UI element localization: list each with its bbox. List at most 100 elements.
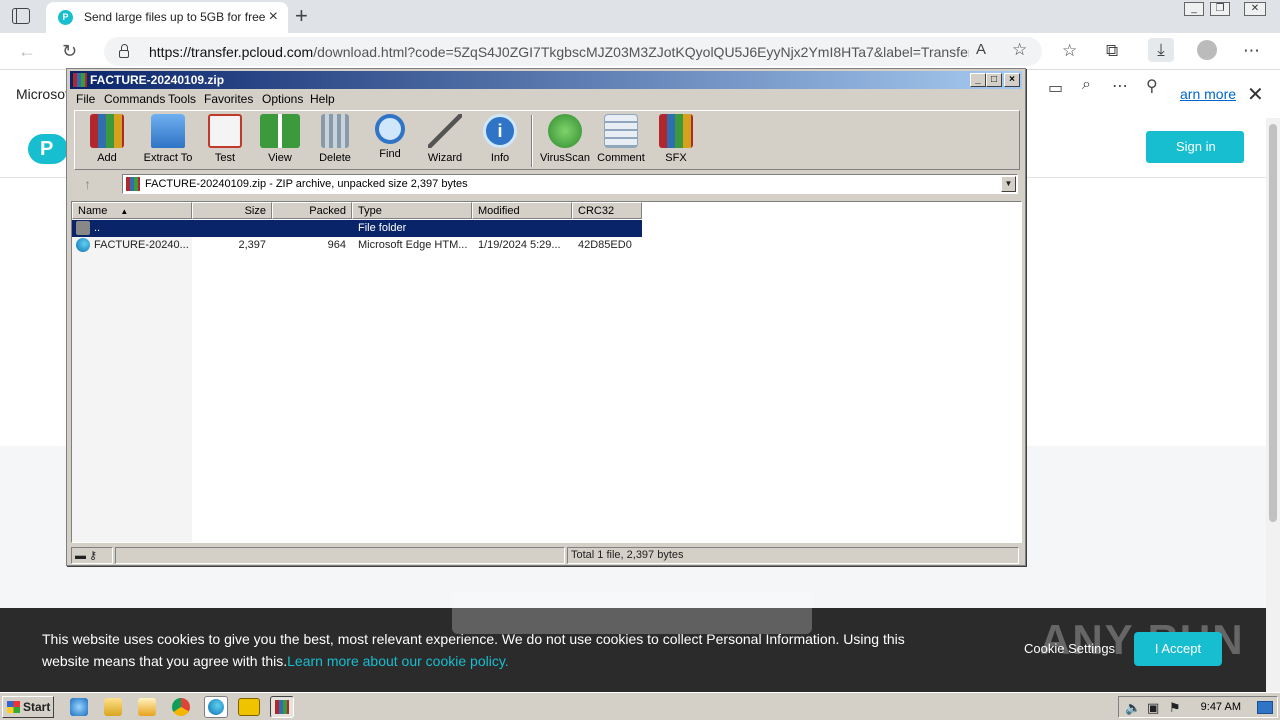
virusscan-button[interactable]: VirusScan <box>537 114 593 164</box>
show-desktop-icon[interactable] <box>1257 701 1273 714</box>
add-icon <box>90 114 124 148</box>
path-combobox[interactable]: FACTURE-20240109.zip - ZIP archive, unpa… <box>122 174 1018 194</box>
add-favorite-icon[interactable]: ☆ <box>1012 40 1027 60</box>
col-type[interactable]: Type <box>352 202 472 219</box>
edge-icon <box>208 699 224 715</box>
scroll-thumb[interactable] <box>1269 124 1277 522</box>
winrar-task-button[interactable] <box>270 696 294 718</box>
virusscan-bug-icon <box>548 114 582 148</box>
view-book-icon <box>260 114 300 148</box>
file-list[interactable]: Name ▲ Size Packed Type Modified CRC32 .… <box>71 201 1022 543</box>
find-button[interactable]: Find <box>362 114 418 160</box>
sign-in-button[interactable]: Sign in <box>1146 131 1244 163</box>
menu-favorites[interactable]: Favorites <box>204 92 253 106</box>
menu-commands[interactable]: Commands <box>104 92 165 106</box>
wizard-button[interactable]: Wizard <box>417 114 473 164</box>
read-aloud-icon[interactable]: A <box>976 41 986 58</box>
winrar-minimize-icon[interactable]: _ <box>970 73 986 87</box>
delete-trash-icon <box>321 114 349 148</box>
open-folder-icon[interactable]: ▭ <box>1048 78 1063 98</box>
refresh-icon[interactable]: ↻ <box>62 41 77 62</box>
chrome-icon[interactable] <box>172 698 190 716</box>
clock[interactable]: 9:47 AM <box>1201 701 1241 713</box>
window-close-icon[interactable]: ✕ <box>1244 2 1266 16</box>
more-menu-icon[interactable]: ⋯ <box>1243 41 1260 61</box>
delete-button[interactable]: Delete <box>307 114 363 164</box>
drive-key-icon[interactable]: ▬ ⚷ <box>71 547 113 564</box>
info-button[interactable]: i Info <box>472 114 528 164</box>
col-crc32[interactable]: CRC32 <box>572 202 642 219</box>
status-total: Total 1 file, 2,397 bytes <box>567 547 1019 564</box>
table-row[interactable]: .. File folder <box>72 220 642 237</box>
col-name[interactable]: Name ▲ <box>72 202 192 219</box>
cookie-settings-button[interactable]: Cookie Settings <box>1024 641 1115 656</box>
volume-icon[interactable]: 🔈 <box>1125 700 1141 716</box>
winrar-app-icon <box>73 73 87 87</box>
sort-arrow-icon: ▲ <box>120 207 129 216</box>
menu-file[interactable]: File <box>76 92 95 106</box>
edge-task-button[interactable] <box>204 696 228 718</box>
extract-to-button[interactable]: Extract To <box>137 114 199 164</box>
winrar-title: FACTURE-20240109.zip <box>90 73 225 87</box>
tab-title: Send large files up to 5GB for free <box>84 10 266 24</box>
tab-close-icon[interactable]: × <box>269 8 278 26</box>
cookie-message: This website uses cookies to give you th… <box>42 628 922 672</box>
wizard-wand-icon <box>428 114 462 148</box>
restore-icon[interactable]: ❐ <box>1210 2 1230 16</box>
pin-icon[interactable]: ⚲ <box>1146 76 1158 96</box>
col-modified[interactable]: Modified <box>472 202 572 219</box>
taskbar: Start 🔈 ▣ ⚑ 9:47 AM <box>0 692 1280 720</box>
page-scrollbar[interactable] <box>1266 118 1280 692</box>
browser-tab[interactable]: P Send large files up to 5GB for free × <box>46 2 288 33</box>
view-button[interactable]: View <box>252 114 308 164</box>
lock-icon[interactable] <box>119 44 129 58</box>
search-downloads-icon[interactable]: ⌕ <box>1082 76 1091 94</box>
winrar-pathbar: ↑ FACTURE-20240109.zip - ZIP archive, un… <box>74 173 1020 195</box>
flag-icon[interactable]: ⚑ <box>1169 700 1181 716</box>
new-tab-icon[interactable]: + <box>295 3 308 29</box>
network-icon[interactable]: ▣ <box>1147 700 1159 716</box>
winrar-titlebar[interactable]: FACTURE-20240109.zip _ □ × <box>70 71 1022 89</box>
media-player-icon[interactable] <box>138 698 156 716</box>
url-text[interactable]: https://transfer.pcloud.com/download.htm… <box>149 44 969 60</box>
status-left <box>115 547 565 564</box>
add-button[interactable]: Add <box>79 114 135 164</box>
winrar-maximize-icon[interactable]: □ <box>986 73 1002 87</box>
ie-icon[interactable] <box>70 698 88 716</box>
downloads-more-icon[interactable]: ⋯ <box>1112 76 1128 96</box>
winrar-task-icon <box>275 700 289 714</box>
comment-button[interactable]: Comment <box>593 114 649 164</box>
browser-tab-bar: P Send large files up to 5GB for free × … <box>0 0 1280 33</box>
minimize-icon[interactable]: _ <box>1184 2 1204 16</box>
explorer-icon[interactable] <box>104 698 122 716</box>
downloads-icon[interactable]: ⤓ <box>1148 38 1174 62</box>
menu-options[interactable]: Options <box>262 92 303 106</box>
col-size[interactable]: Size <box>192 202 272 219</box>
winrar-menubar: File Commands Tools Favorites Options He… <box>70 90 1022 108</box>
back-icon[interactable]: ← <box>18 41 36 62</box>
col-packed[interactable]: Packed <box>272 202 352 219</box>
cookie-policy-link[interactable]: Learn more about our cookie policy. <box>287 653 509 669</box>
collections-icon[interactable]: ⧉ <box>1106 41 1118 61</box>
tab-actions-icon[interactable] <box>12 8 30 24</box>
pcloud-logo[interactable]: P <box>28 134 68 164</box>
winrar-close-icon[interactable]: × <box>1004 73 1020 87</box>
url-bar[interactable]: https://transfer.pcloud.com/download.htm… <box>104 37 1042 66</box>
menu-help[interactable]: Help <box>310 92 335 106</box>
learn-more-link[interactable]: arn more <box>1180 86 1236 102</box>
name-column-bg <box>72 219 192 542</box>
cookie-accept-button[interactable]: I Accept <box>1134 632 1222 666</box>
toolbar-separator <box>531 115 533 167</box>
menu-tools[interactable]: Tools <box>168 92 196 106</box>
table-row[interactable]: FACTURE-20240... 2,397 964 Microsoft Edg… <box>72 237 642 254</box>
chevron-down-icon[interactable]: ▼ <box>1001 176 1016 192</box>
sfx-icon <box>659 114 693 148</box>
banner-close-icon[interactable]: ✕ <box>1247 82 1264 107</box>
profile-avatar[interactable] <box>1197 40 1217 60</box>
test-button[interactable]: Test <box>197 114 253 164</box>
norton-icon[interactable] <box>238 698 260 716</box>
favorites-icon[interactable]: ☆ <box>1062 41 1077 61</box>
sfx-button[interactable]: SFX <box>648 114 704 164</box>
up-folder-icon[interactable]: ↑ <box>84 176 91 192</box>
start-button[interactable]: Start <box>2 696 54 718</box>
